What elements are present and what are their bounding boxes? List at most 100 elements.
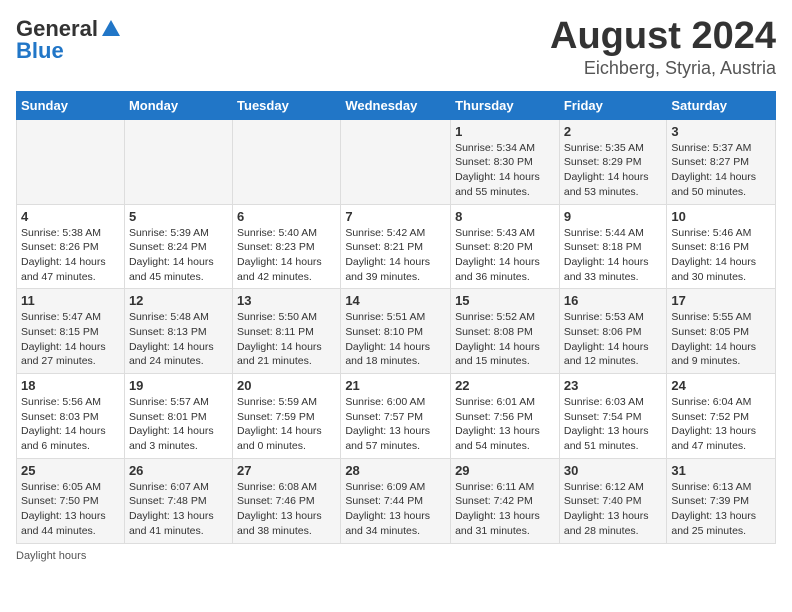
- day-number: 19: [129, 378, 228, 393]
- day-info: Sunrise: 5:55 AMSunset: 8:05 PMDaylight:…: [671, 310, 771, 369]
- day-cell-15: 15Sunrise: 5:52 AMSunset: 8:08 PMDayligh…: [451, 289, 560, 374]
- day-cell-empty: [233, 119, 341, 204]
- day-cell-1: 1 Sunrise: 5:34 AMSunset: 8:30 PMDaylight…: [451, 119, 560, 204]
- day-cell-18: 18Sunrise: 5:56 AMSunset: 8:03 PMDayligh…: [17, 374, 125, 459]
- day-cell-24: 24 Sunrise: 6:04 AMSunset: 7:52 PMDayligh…: [667, 374, 776, 459]
- day-info: Sunrise: 5:46 AMSunset: 8:16 PMDaylight:…: [671, 226, 771, 285]
- day-cell-empty: [124, 119, 232, 204]
- day-number: 14: [345, 293, 446, 308]
- day-info: Sunrise: 5:37 AMSunset: 8:27 PMDaylight:…: [671, 141, 771, 200]
- day-number: 4: [21, 209, 120, 224]
- day-header-thursday: Thursday: [451, 91, 560, 119]
- day-number: 11: [21, 293, 120, 308]
- day-info: Sunrise: 5:59 AMSunset: 7:59 PMDaylight:…: [237, 395, 336, 454]
- day-cell-10: 10 Sunrise: 5:46 AMSunset: 8:16 PMDayligh…: [667, 204, 776, 289]
- logo-icon: [100, 18, 122, 40]
- week-row-2: 4Sunrise: 5:38 AMSunset: 8:26 PMDaylight…: [17, 204, 776, 289]
- day-number: 31: [671, 463, 771, 478]
- day-info: Sunrise: 6:00 AMSunset: 7:57 PMDaylight:…: [345, 395, 446, 454]
- header: General Blue August 2024 Eichberg, Styri…: [16, 16, 776, 79]
- logo: General Blue: [16, 16, 122, 64]
- day-number: 12: [129, 293, 228, 308]
- day-cell-16: 16Sunrise: 5:53 AMSunset: 8:06 PMDayligh…: [559, 289, 667, 374]
- day-info: Sunrise: 5:40 AMSunset: 8:23 PMDaylight:…: [237, 226, 336, 285]
- week-row-5: 25 Sunrise: 6:05 AMSunset: 7:50 PMDayligh…: [17, 458, 776, 543]
- day-number: 29: [455, 463, 555, 478]
- day-info: Sunrise: 5:51 AMSunset: 8:10 PMDaylight:…: [345, 310, 446, 369]
- day-number: 23: [564, 378, 663, 393]
- logo-blue-text: Blue: [16, 38, 64, 64]
- day-info: Sunrise: 6:13 AMSunset: 7:39 PMDaylight:…: [671, 480, 771, 539]
- day-info: Sunrise: 6:01 AMSunset: 7:56 PMDaylight:…: [455, 395, 555, 454]
- day-header-saturday: Saturday: [667, 91, 776, 119]
- day-number: 5: [129, 209, 228, 224]
- day-cell-empty: [341, 119, 451, 204]
- day-header-wednesday: Wednesday: [341, 91, 451, 119]
- day-header-sunday: Sunday: [17, 91, 125, 119]
- day-info: Sunrise: 5:43 AMSunset: 8:20 PMDaylight:…: [455, 226, 555, 285]
- day-cell-14: 14 Sunrise: 5:51 AMSunset: 8:10 PMDayligh…: [341, 289, 451, 374]
- day-number: 30: [564, 463, 663, 478]
- calendar-table: SundayMondayTuesdayWednesdayThursdayFrid…: [16, 91, 776, 544]
- day-cell-28: 28 Sunrise: 6:09 AMSunset: 7:44 PMDayligh…: [341, 458, 451, 543]
- day-info: Sunrise: 6:07 AMSunset: 7:48 PMDaylight:…: [129, 480, 228, 539]
- day-info: Sunrise: 5:57 AMSunset: 8:01 PMDaylight:…: [129, 395, 228, 454]
- day-cell-29: 29Sunrise: 6:11 AMSunset: 7:42 PMDayligh…: [451, 458, 560, 543]
- footnote-text: Daylight hours: [16, 550, 86, 562]
- header-row: SundayMondayTuesdayWednesdayThursdayFrid…: [17, 91, 776, 119]
- day-cell-30: 30 Sunrise: 6:12 AMSunset: 7:40 PMDayligh…: [559, 458, 667, 543]
- week-row-4: 18Sunrise: 5:56 AMSunset: 8:03 PMDayligh…: [17, 374, 776, 459]
- day-number: 6: [237, 209, 336, 224]
- day-number: 10: [671, 209, 771, 224]
- day-header-friday: Friday: [559, 91, 667, 119]
- page-title: August 2024: [550, 16, 776, 58]
- day-info: Sunrise: 5:47 AMSunset: 8:15 PMDaylight:…: [21, 310, 120, 369]
- footnote-area: Daylight hours: [16, 550, 776, 562]
- week-row-1: 1 Sunrise: 5:34 AMSunset: 8:30 PMDaylight…: [17, 119, 776, 204]
- day-info: Sunrise: 6:12 AMSunset: 7:40 PMDaylight:…: [564, 480, 663, 539]
- day-cell-20: 20 Sunrise: 5:59 AMSunset: 7:59 PMDayligh…: [233, 374, 341, 459]
- title-area: August 2024 Eichberg, Styria, Austria: [550, 16, 776, 79]
- day-info: Sunrise: 6:03 AMSunset: 7:54 PMDaylight:…: [564, 395, 663, 454]
- day-number: 7: [345, 209, 446, 224]
- day-number: 15: [455, 293, 555, 308]
- day-info: Sunrise: 5:56 AMSunset: 8:03 PMDaylight:…: [21, 395, 120, 454]
- day-cell-19: 19 Sunrise: 5:57 AMSunset: 8:01 PMDayligh…: [124, 374, 232, 459]
- day-number: 25: [21, 463, 120, 478]
- day-info: Sunrise: 5:34 AMSunset: 8:30 PMDaylight:…: [455, 141, 555, 200]
- day-number: 3: [671, 124, 771, 139]
- day-number: 24: [671, 378, 771, 393]
- day-info: Sunrise: 5:48 AMSunset: 8:13 PMDaylight:…: [129, 310, 228, 369]
- day-info: Sunrise: 6:05 AMSunset: 7:50 PMDaylight:…: [21, 480, 120, 539]
- day-number: 21: [345, 378, 446, 393]
- day-cell-11: 11 Sunrise: 5:47 AMSunset: 8:15 PMDayligh…: [17, 289, 125, 374]
- day-cell-empty: [17, 119, 125, 204]
- day-cell-26: 26 Sunrise: 6:07 AMSunset: 7:48 PMDayligh…: [124, 458, 232, 543]
- day-header-tuesday: Tuesday: [233, 91, 341, 119]
- day-info: Sunrise: 6:09 AMSunset: 7:44 PMDaylight:…: [345, 480, 446, 539]
- day-cell-6: 6 Sunrise: 5:40 AMSunset: 8:23 PMDaylight…: [233, 204, 341, 289]
- day-number: 22: [455, 378, 555, 393]
- day-info: Sunrise: 5:44 AMSunset: 8:18 PMDaylight:…: [564, 226, 663, 285]
- day-cell-21: 21 Sunrise: 6:00 AMSunset: 7:57 PMDayligh…: [341, 374, 451, 459]
- day-number: 28: [345, 463, 446, 478]
- page-subtitle: Eichberg, Styria, Austria: [550, 58, 776, 79]
- day-cell-7: 7Sunrise: 5:42 AMSunset: 8:21 PMDaylight…: [341, 204, 451, 289]
- day-header-monday: Monday: [124, 91, 232, 119]
- day-cell-27: 27Sunrise: 6:08 AMSunset: 7:46 PMDayligh…: [233, 458, 341, 543]
- day-cell-13: 13Sunrise: 5:50 AMSunset: 8:11 PMDayligh…: [233, 289, 341, 374]
- day-number: 20: [237, 378, 336, 393]
- day-info: Sunrise: 6:08 AMSunset: 7:46 PMDaylight:…: [237, 480, 336, 539]
- day-cell-31: 31 Sunrise: 6:13 AMSunset: 7:39 PMDayligh…: [667, 458, 776, 543]
- day-number: 1: [455, 124, 555, 139]
- day-number: 17: [671, 293, 771, 308]
- day-number: 26: [129, 463, 228, 478]
- day-cell-2: 2Sunrise: 5:35 AMSunset: 8:29 PMDaylight…: [559, 119, 667, 204]
- week-row-3: 11 Sunrise: 5:47 AMSunset: 8:15 PMDayligh…: [17, 289, 776, 374]
- day-info: Sunrise: 5:35 AMSunset: 8:29 PMDaylight:…: [564, 141, 663, 200]
- day-cell-12: 12 Sunrise: 5:48 AMSunset: 8:13 PMDayligh…: [124, 289, 232, 374]
- day-info: Sunrise: 5:39 AMSunset: 8:24 PMDaylight:…: [129, 226, 228, 285]
- day-number: 9: [564, 209, 663, 224]
- day-info: Sunrise: 6:04 AMSunset: 7:52 PMDaylight:…: [671, 395, 771, 454]
- day-cell-17: 17 Sunrise: 5:55 AMSunset: 8:05 PMDayligh…: [667, 289, 776, 374]
